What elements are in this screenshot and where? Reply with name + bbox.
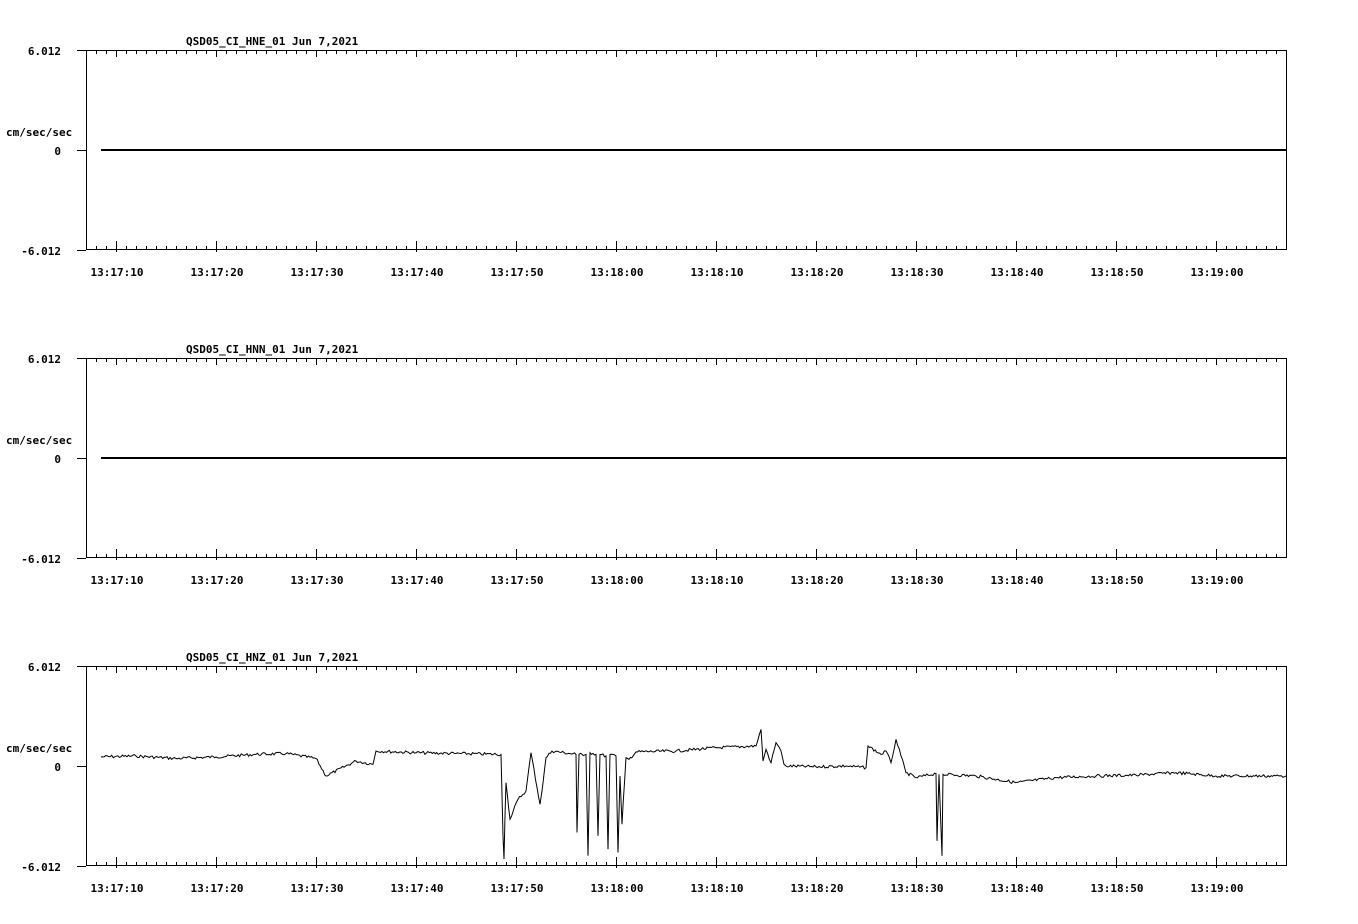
x-tick-label: 13:18:40: [991, 266, 1044, 279]
x-tick-label: 13:17:30: [291, 882, 344, 895]
x-tick-label: 13:18:20: [791, 882, 844, 895]
y-tick-label-top: 6.012: [28, 353, 61, 366]
panel-title: QSD05_CI_HNZ_01 Jun 7,2021: [186, 651, 359, 664]
x-tick-label: 13:19:00: [1191, 574, 1244, 587]
x-tick-label: 13:18:00: [591, 266, 644, 279]
panel-hne: QSD05_CI_HNE_01 Jun 7,2021 cm/sec/sec 6.…: [6, 35, 1287, 279]
x-tick-label: 13:17:20: [191, 574, 244, 587]
x-tick-label: 13:17:20: [191, 882, 244, 895]
x-tick-label: 13:18:10: [691, 882, 744, 895]
y-tick-label-zero: 0: [54, 145, 61, 158]
y-tick-label-zero: 0: [54, 761, 61, 774]
x-tick-label: 13:18:10: [691, 266, 744, 279]
x-tick-label: 13:18:40: [991, 882, 1044, 895]
x-tick-label: 13:17:10: [91, 574, 144, 587]
x-tick-label: 13:18:50: [1091, 266, 1144, 279]
x-tick-label: 13:17:30: [291, 574, 344, 587]
x-tick-label: 13:18:40: [991, 574, 1044, 587]
x-tick-label: 13:18:00: [591, 574, 644, 587]
x-tick-label: 13:18:30: [891, 574, 944, 587]
y-tick-label-top: 6.012: [28, 661, 61, 674]
plot-frame: [86, 666, 1287, 866]
x-tick-label: 13:18:10: [691, 574, 744, 587]
x-tick-label: 13:17:30: [291, 266, 344, 279]
x-tick-label: 13:19:00: [1191, 266, 1244, 279]
x-tick-label: 13:17:50: [491, 882, 544, 895]
y-axis-label: cm/sec/sec: [6, 742, 72, 755]
y-tick-label-bottom: -6.012: [21, 245, 61, 258]
x-tick-label: 13:17:40: [391, 882, 444, 895]
x-tick-label: 13:17:50: [491, 574, 544, 587]
y-tick-label-zero: 0: [54, 453, 61, 466]
y-tick-label-bottom: -6.012: [21, 553, 61, 566]
x-tick-label: 13:17:40: [391, 574, 444, 587]
panel-title: QSD05_CI_HNN_01 Jun 7,2021: [186, 343, 359, 356]
x-tick-label: 13:17:40: [391, 266, 444, 279]
y-axis-label: cm/sec/sec: [6, 434, 72, 447]
trace-line: [100, 729, 1287, 860]
x-tick-label: 13:18:20: [791, 574, 844, 587]
x-tick-label: 13:17:10: [91, 266, 144, 279]
x-tick-label: 13:18:20: [791, 266, 844, 279]
x-tick-label: 13:18:30: [891, 266, 944, 279]
y-tick-label-top: 6.012: [28, 45, 61, 58]
x-tick-label: 13:18:00: [591, 882, 644, 895]
y-tick-label-bottom: -6.012: [21, 861, 61, 874]
x-tick-label: 13:19:00: [1191, 882, 1244, 895]
x-tick-label: 13:18:50: [1091, 574, 1144, 587]
panel-title: QSD05_CI_HNE_01 Jun 7,2021: [186, 35, 359, 48]
y-axis-label: cm/sec/sec: [6, 126, 72, 139]
seismogram-figure: QSD05_CI_HNE_01 Jun 7,2021 cm/sec/sec 6.…: [6, 35, 1287, 895]
panel-hnz: QSD05_CI_HNZ_01 Jun 7,2021 cm/sec/sec 6.…: [6, 651, 1287, 895]
x-tick-label: 13:18:30: [891, 882, 944, 895]
x-tick-label: 13:17:10: [91, 882, 144, 895]
x-tick-label: 13:18:50: [1091, 882, 1144, 895]
x-tick-label: 13:17:20: [191, 266, 244, 279]
panel-hnn: QSD05_CI_HNN_01 Jun 7,2021 cm/sec/sec 6.…: [6, 343, 1287, 587]
x-tick-label: 13:17:50: [491, 266, 544, 279]
